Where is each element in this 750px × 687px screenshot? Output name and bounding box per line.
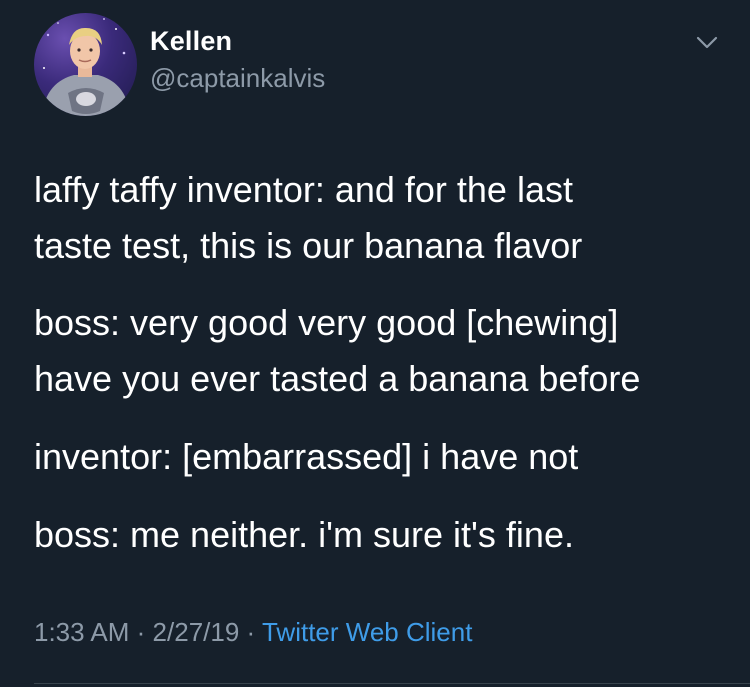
author-display-name[interactable]: Kellen (150, 26, 232, 57)
divider (34, 683, 750, 684)
tweet-paragraph: boss: me neither. i'm sure it's fine. (34, 514, 574, 555)
tweet-meta: 1:33 AM · 2/27/19 · Twitter Web Client (34, 617, 472, 648)
tweet-line: taste test, this is our banana flavor (34, 225, 583, 266)
tweet-paragraph: boss: very good very good [chewing] have… (34, 295, 724, 407)
meta-separator: · (246, 617, 256, 647)
author-handle[interactable]: @captainkalvis (150, 63, 325, 94)
chevron-down-icon[interactable] (696, 36, 718, 50)
tweet-line: have you ever tasted a banana before (34, 358, 641, 399)
tweet-line: laffy taffy inventor: and for the last (34, 169, 573, 210)
tweet-time[interactable]: 1:33 AM (34, 617, 129, 647)
tweet-date[interactable]: 2/27/19 (153, 617, 240, 647)
meta-separator: · (136, 617, 146, 647)
tweet-source-link[interactable]: Twitter Web Client (262, 617, 472, 647)
tweet-line: boss: very good very good [chewing] (34, 302, 619, 343)
tweet-text: laffy taffy inventor: and for the last t… (34, 162, 724, 585)
tweet-paragraph: inventor: [embarrassed] i have not (34, 436, 579, 477)
tweet-paragraph: laffy taffy inventor: and for the last t… (34, 162, 724, 274)
avatar[interactable] (34, 13, 137, 116)
tweet-card: Kellen @captainkalvis laffy taffy invent… (0, 0, 750, 687)
